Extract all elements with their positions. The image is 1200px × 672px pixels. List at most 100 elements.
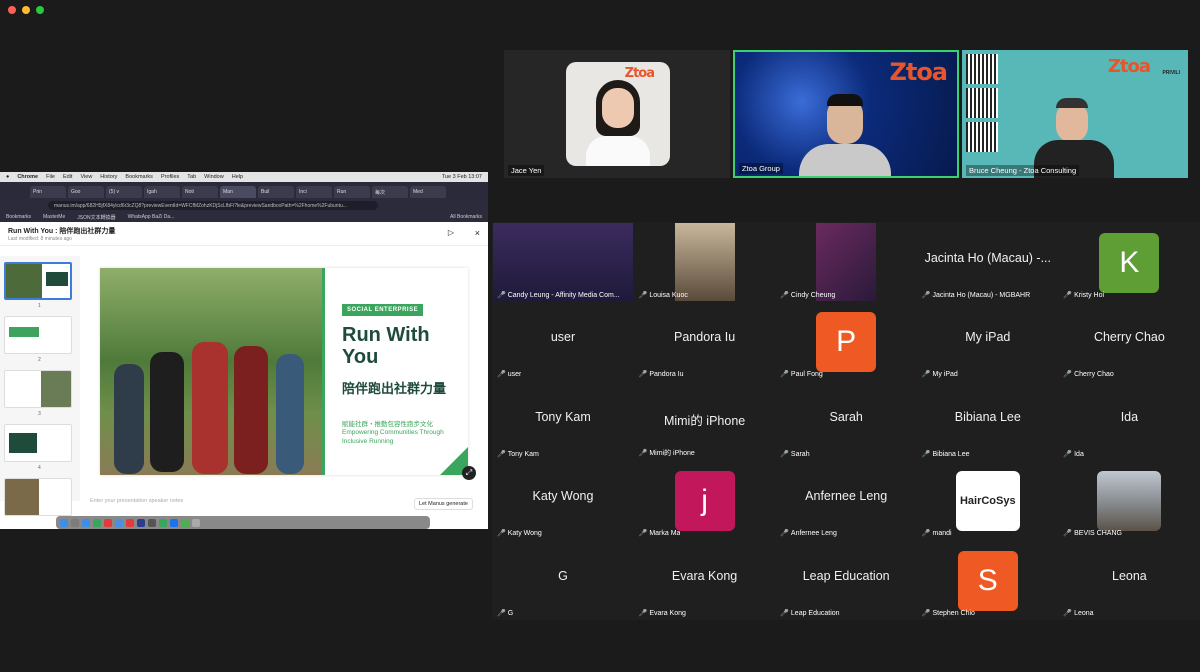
vscode-icon[interactable] [170,518,178,527]
bookmark-item[interactable]: JSON文本轉換器 [77,214,115,221]
participant-tile[interactable]: Mimi的 iPhone 🎤 Mimi的 iPhone [635,382,775,460]
close-icon[interactable]: × [475,228,480,238]
zoom-window-dot[interactable] [36,6,44,14]
participant-tile[interactable]: 🎤 BEVIS CHANG [1059,461,1199,539]
chrome-icon[interactable] [104,518,112,527]
photoshop-icon[interactable] [137,518,145,527]
avatar-initial: P [816,312,877,373]
participant-tile[interactable]: j 🎤 Marka Ma [635,461,775,539]
browser-tab[interactable]: (5) v [106,186,142,198]
bookmark-item[interactable]: All Bookmarks [450,214,482,220]
menu-tab[interactable]: Tab [187,174,196,180]
url-field[interactable]: manus.im/app/682H5jfX84ylcd6r3cZQ8?previ… [48,200,378,210]
participant-display-name: G [558,568,568,583]
mic-muted-icon: 🎤 [921,530,931,538]
whatsapp-icon[interactable] [159,518,167,527]
speaker-tile-jace[interactable]: Ztoa Jace Yen [504,50,730,178]
speaker-name: Ztoa Group [739,163,783,174]
participant-tile[interactable]: Pandora Iu 🎤 Pandora Iu [635,302,775,380]
browser-tab[interactable]: 每次 [372,186,408,198]
participant-tile[interactable]: Cherry Chao 🎤 Cherry Chao [1059,302,1199,380]
menu-bookmarks[interactable]: Bookmarks [125,174,153,180]
bookmark-item[interactable]: Bookmarks [6,214,31,220]
participant-tile[interactable]: P 🎤 Paul Fong [776,302,916,380]
participant-tile[interactable]: Leona 🎤 Leona [1059,541,1199,619]
menu-edit[interactable]: Edit [63,174,72,180]
mic-muted-icon: 🎤 [1063,450,1073,458]
settings-icon[interactable] [148,518,156,527]
participant-tile[interactable]: K 🎤 Kristy Hoi [1059,223,1199,301]
slide-thumbnail[interactable] [4,370,72,408]
participant-tile[interactable]: Jacinta Ho (Macau) -... 🎤 Jacinta Ho (Maca… [918,223,1058,301]
play-icon[interactable]: ▷ [448,228,454,237]
runner-figure [276,354,304,474]
menu-chrome[interactable]: Chrome [17,174,38,180]
browser-tab[interactable]: Igah [144,186,180,198]
participant-tile[interactable]: G 🎤 G [493,541,633,619]
participant-tile[interactable]: Bibiana Lee 🎤 Bibiana Lee [918,382,1058,460]
slide-thumbnail[interactable] [4,478,72,516]
participant-tile[interactable]: Ida 🎤 Ida [1059,382,1199,460]
participant-display-name: Jacinta Ho (Macau) -... [924,251,1052,265]
browser-tab[interactable]: Med [410,186,446,198]
browser-tab-active[interactable]: Man [220,186,256,198]
speaker-notes[interactable]: Enter your presentation speaker notes [90,498,183,504]
trash-icon[interactable] [192,518,200,527]
menu-file[interactable]: File [46,174,55,180]
participant-tile[interactable]: Tony Kam 🎤 Tony Kam [493,382,633,460]
browser-tab[interactable]: Run [334,186,370,198]
participant-display-name: Sarah [829,409,863,424]
participant-name: Sarah [790,450,810,458]
slide-thumbnail[interactable] [4,316,72,354]
browser-tab[interactable]: Buil [258,186,294,198]
messages-icon[interactable] [93,518,101,527]
launchpad-icon[interactable] [71,518,79,527]
participant-tile[interactable]: HairCoSys 🎤 mandi [918,461,1058,539]
thumb-photo [41,371,71,407]
speaker-tile-ztoa-group[interactable]: Ztoa Ztoa Group [733,50,959,178]
thumb-number: 4 [38,465,41,471]
participant-tile[interactable]: S 🎤 Stephen Chio [918,541,1058,619]
menu-profiles[interactable]: Profiles [161,174,179,180]
spotify-icon[interactable] [181,518,189,527]
menu-help[interactable]: Help [232,174,243,180]
zoom-icon[interactable] [115,518,123,527]
participant-tile[interactable]: Leap Education 🎤 Leap Education [776,541,916,619]
generate-notes-button[interactable]: Let Manus generate [414,498,473,510]
participant-tile[interactable]: Sarah 🎤 Sarah [776,382,916,460]
minimize-window-dot[interactable] [22,6,30,14]
participant-tile[interactable]: 🎤 Louisa Kuoc [635,223,775,301]
menu-window[interactable]: Window [204,174,224,180]
acrobat-icon[interactable] [126,518,134,527]
expand-icon[interactable]: ⤢ [462,466,476,480]
browser-tab[interactable]: Inci [296,186,332,198]
participant-tile[interactable]: Anfernee Leng 🎤 Anfernee Leng [776,461,916,539]
slide-thumbnail[interactable] [4,262,72,300]
browser-tab[interactable]: Noti [182,186,218,198]
safari-icon[interactable] [82,518,90,527]
shared-screen[interactable]: ● Chrome File Edit View History Bookmark… [0,172,488,529]
participant-name: Marka Ma [649,530,681,538]
person-head [1056,102,1088,142]
browser-tab[interactable]: Prin [30,186,66,198]
participant-name: user [507,371,522,379]
thumb-title [46,272,68,286]
speaker-tile-bruce[interactable]: Ztoa PRIVILI Bruce Cheung - Ztoa Consult… [962,50,1188,178]
participant-tile[interactable]: 🎤 Cindy Cheung [776,223,916,301]
close-window-dot[interactable] [8,6,16,14]
participant-tile[interactable]: My iPad 🎤 My iPad [918,302,1058,380]
finder-icon[interactable] [60,518,68,527]
participant-tile[interactable]: user 🎤 user [493,302,633,380]
bookmark-item[interactable]: MasterMe [43,214,65,220]
browser-tab[interactable]: Goo [68,186,104,198]
runner-figure [234,346,268,474]
participant-tile[interactable]: 🎤 Candy Leung - Affinity Media Com... [493,223,633,301]
menu-history[interactable]: History [100,174,117,180]
participant-tile[interactable]: Katy Wong 🎤 Katy Wong [493,461,633,539]
bookmark-item[interactable]: WhatsApp BaZi Da... [128,214,175,220]
menu-view[interactable]: View [80,174,92,180]
participant-tile[interactable]: Evara Kong 🎤 Evara Kong [635,541,775,619]
participant-video [493,223,633,301]
participant-label: 🎤 Anfernee Leng [780,529,837,537]
slide-thumbnail[interactable] [4,424,72,462]
